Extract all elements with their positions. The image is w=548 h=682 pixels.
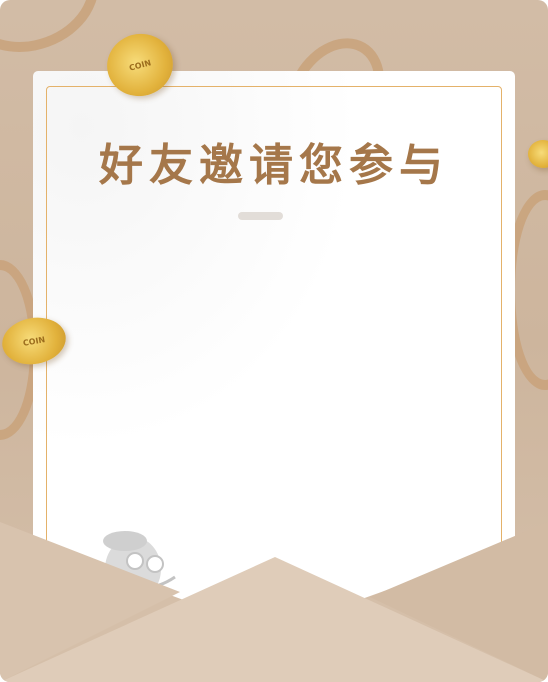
coin-label: COIN xyxy=(128,57,152,73)
invite-title: 好友邀请您参与 xyxy=(99,140,449,191)
envelope-front xyxy=(0,522,548,682)
coin-label: COIN xyxy=(22,334,46,348)
title-divider xyxy=(238,212,283,220)
ribbon-decoration xyxy=(0,0,115,71)
invite-card-background: 好友邀请您参与 COIN COIN xyxy=(0,0,548,682)
coin-icon xyxy=(528,140,548,168)
